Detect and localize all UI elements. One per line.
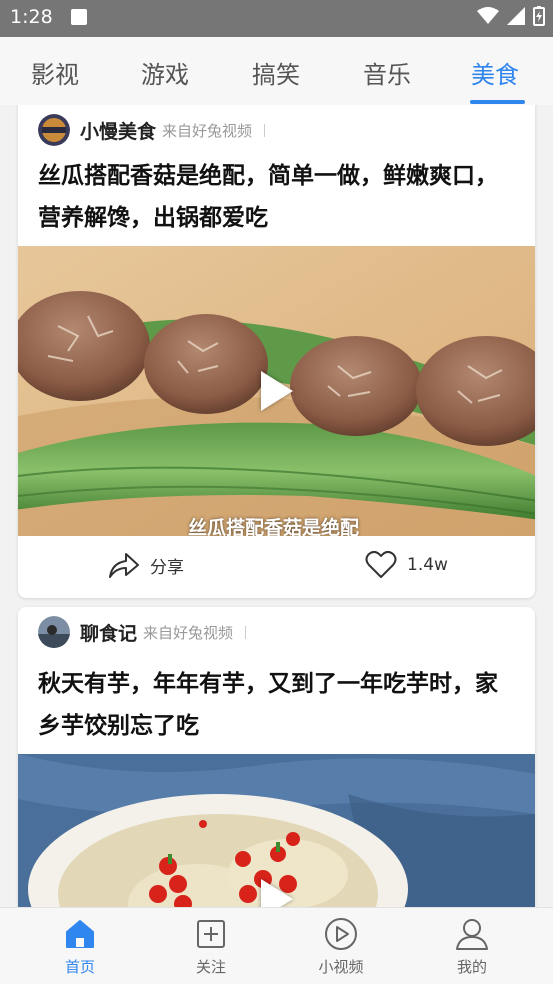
plus-square-icon — [197, 920, 225, 948]
source-label: 来自好兔视频 — [143, 623, 234, 642]
status-bar: 1:28 — [0, 0, 553, 37]
like-button[interactable]: 1.4w — [365, 551, 448, 579]
nav-follow[interactable]: 关注 — [171, 916, 251, 977]
nav-short-video[interactable]: 小视频 — [301, 916, 381, 977]
video-title[interactable]: 丝瓜搭配香菇是绝配，简单一做，鲜嫩爽口，营养解馋，出锅都爱吃 — [38, 155, 518, 239]
video-thumbnail[interactable] — [18, 754, 535, 907]
tab-games[interactable]: 游戏 — [141, 55, 189, 90]
avatar[interactable] — [38, 114, 70, 146]
tab-music[interactable]: 音乐 — [363, 55, 411, 90]
video-title[interactable]: 秋天有芋，年年有芋，又到了一年吃芋时，家乡芋饺别忘了吃 — [38, 663, 518, 747]
status-icons — [477, 6, 545, 26]
tab-movies[interactable]: 影视 — [31, 55, 79, 90]
share-button[interactable]: 分享 — [108, 551, 184, 579]
source-label: 来自好兔视频 — [162, 121, 253, 140]
notification-icon — [71, 9, 87, 25]
heart-icon — [365, 551, 397, 578]
divider — [264, 123, 266, 137]
play-icon[interactable] — [261, 371, 293, 411]
wifi-icon — [477, 7, 499, 24]
signal-icon — [507, 7, 525, 25]
nav-short-video-label: 小视频 — [318, 958, 364, 976]
nav-home[interactable]: 首页 — [40, 916, 120, 977]
card-actions: 分享 1.4w — [18, 536, 535, 598]
tab-funny[interactable]: 搞笑 — [252, 55, 300, 90]
battery-icon — [533, 6, 545, 26]
divider — [245, 625, 247, 639]
nav-follow-label: 关注 — [195, 958, 226, 976]
avatar[interactable] — [38, 616, 70, 648]
card-header: 聊食记 来自好兔视频 — [38, 607, 247, 657]
card-header: 小慢美食 来自好兔视频 — [38, 105, 266, 155]
nav-me-label: 我的 — [456, 958, 487, 976]
video-thumbnail[interactable]: 丝瓜搭配香菇是绝配 — [18, 246, 535, 536]
video-feed[interactable]: 小慢美食 来自好兔视频 丝瓜搭配香菇是绝配，简单一做，鲜嫩爽口，营养解馋，出锅都… — [0, 105, 553, 907]
status-time: 1:28 — [10, 6, 53, 28]
active-tab-indicator — [470, 100, 525, 104]
user-icon — [456, 919, 488, 950]
home-icon — [66, 920, 94, 948]
play-circle-icon — [325, 918, 357, 950]
share-icon — [109, 553, 139, 578]
category-tabs: 影视 游戏 搞笑 音乐 美食 — [0, 37, 553, 105]
like-count: 1.4w — [407, 555, 448, 575]
tab-food[interactable]: 美食 — [471, 55, 519, 90]
author-name[interactable]: 小慢美食 — [80, 117, 156, 144]
share-label: 分享 — [150, 557, 184, 578]
nav-me[interactable]: 我的 — [432, 916, 512, 977]
nav-home-label: 首页 — [64, 958, 95, 976]
play-icon[interactable] — [261, 879, 293, 907]
feed-card[interactable]: 聊食记 来自好兔视频 秋天有芋，年年有芋，又到了一年吃芋时，家乡芋饺别忘了吃 — [18, 607, 535, 907]
bottom-navigation: 首页 关注 小视频 我的 — [0, 907, 553, 984]
video-caption: 丝瓜搭配香菇是绝配 — [188, 517, 360, 536]
author-name[interactable]: 聊食记 — [80, 619, 137, 646]
feed-card[interactable]: 小慢美食 来自好兔视频 丝瓜搭配香菇是绝配，简单一做，鲜嫩爽口，营养解馋，出锅都… — [18, 105, 535, 598]
